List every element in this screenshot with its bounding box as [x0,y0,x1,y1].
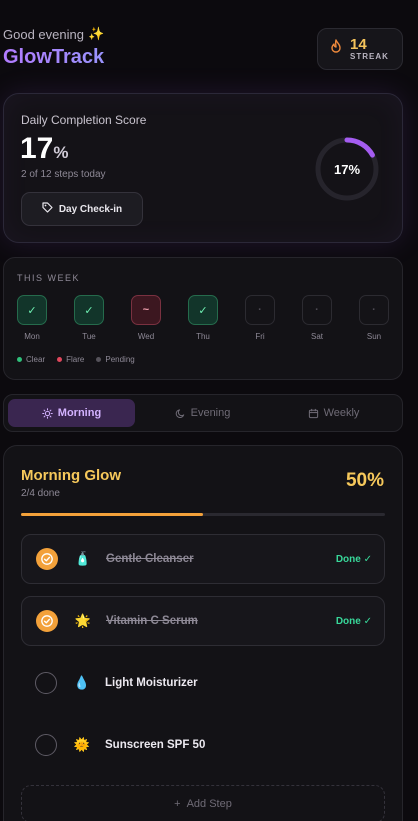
checked-circle-icon[interactable] [36,610,58,632]
greeting-text: Good evening [3,26,84,42]
day-wed[interactable]: ~ Wed [131,295,161,341]
day-status-clear: ✓ [188,295,218,325]
routine-progress-fill [21,513,203,516]
step-emoji-icon: 🌞 [73,737,91,752]
day-status-pending: · [359,295,389,325]
tag-icon [42,202,53,216]
checked-circle-icon[interactable] [36,548,58,570]
day-status-pending: · [302,295,332,325]
day-name: Sun [366,332,382,341]
tab-evening[interactable]: Evening [139,399,266,427]
add-step-button[interactable]: + Add Step [21,785,385,821]
day-status-clear: ✓ [74,295,104,325]
day-thu[interactable]: ✓ Thu [188,295,218,341]
daily-score-card: Daily Completion Score 17% 2 of 12 steps… [3,93,403,243]
legend-dot [96,357,102,362]
routine-title: Morning Glow [21,467,121,484]
routine-tabs: Morning Evening Weekly [3,394,403,432]
app-header: Good evening ✨ GlowTrack 14 STREAK [3,26,403,76]
sun-icon [42,407,53,419]
step-done-badge: Done ✓ [335,553,372,565]
unchecked-circle-icon[interactable] [35,734,57,756]
legend-item-clear: Clear [17,355,45,364]
plus-icon: + [174,798,181,810]
legend-label: Flare [66,355,85,364]
routine-percent: 50% [345,470,384,491]
day-status-clear: ✓ [17,295,47,325]
day-checkin-label: Day Check-in [58,203,123,215]
score-value: 17% [20,132,69,165]
streak-count: 14 [350,36,367,53]
routine-step[interactable]: 💧 Light Moisturizer [21,658,385,708]
tab-morning[interactable]: Morning [8,399,135,427]
flame-icon [330,39,342,59]
legend-item-pending: Pending [96,355,135,364]
streak-label: STREAK [350,52,389,61]
step-label: Gentle Cleanser [106,553,194,565]
add-step-label: Add Step [186,798,232,810]
routine-card: Morning Glow 2/4 done 50% + Add Step 🧴 Ge… [3,445,403,821]
day-mon[interactable]: ✓ Mon [17,295,47,341]
tab-label: Morning [57,407,102,419]
day-sat[interactable]: · Sat [302,295,332,341]
day-name: Tue [82,332,96,341]
step-done-badge: Done ✓ [335,615,372,627]
routine-step[interactable]: 🌟 Vitamin C Serum Done ✓ [21,596,385,646]
legend-dot [17,357,22,362]
calendar-icon [308,408,319,419]
step-label: Light Moisturizer [105,677,198,689]
routine-subtitle: 2/4 done [21,488,60,499]
day-status-flare: ~ [131,295,161,325]
day-name: Mon [24,332,40,341]
day-status-pending: · [245,295,275,325]
routine-progress-bar [21,513,385,516]
legend-dot [57,357,63,362]
day-name: Thu [196,332,210,341]
week-title: THIS WEEK [17,273,81,283]
step-label: Vitamin C Serum [106,615,198,627]
step-emoji-icon: 🧴 [74,551,92,566]
routine-step[interactable]: 🌞 Sunscreen SPF 50 [21,720,385,770]
unchecked-circle-icon[interactable] [35,672,57,694]
day-name: Sat [310,332,323,341]
day-checkin-button[interactable]: Day Check-in [21,192,143,226]
moon-icon [175,408,186,419]
week-days: ✓ Mon ✓ Tue ~ Wed ✓ Thu · Fri · Sat · Sun [17,295,390,345]
day-sun[interactable]: · Sun [359,295,389,341]
score-title: Daily Completion Score [21,113,147,127]
score-subtitle: 2 of 12 steps today [21,169,106,180]
day-name: Fri [255,332,265,341]
step-emoji-icon: 💧 [73,675,91,690]
tab-weekly[interactable]: Weekly [270,399,397,427]
week-card: THIS WEEK ✓ Mon ✓ Tue ~ Wed ✓ Thu · Fri · Sat · Sun C… [3,257,403,380]
day-fri[interactable]: · Fri [245,295,275,341]
step-emoji-icon: 🌟 [74,613,92,628]
tab-label: Evening [190,407,231,419]
tab-label: Weekly [323,407,360,419]
streak-badge[interactable]: 14 STREAK [317,28,403,70]
legend-item-flare: Flare [57,355,84,364]
step-label: Sunscreen SPF 50 [105,739,206,751]
day-name: Wed [137,332,155,341]
week-legend: Clear Flare Pending [17,355,135,364]
routine-step[interactable]: 🧴 Gentle Cleanser Done ✓ [21,534,385,584]
legend-label: Pending [105,355,135,364]
legend-label: Clear [26,355,46,364]
ring-percent-label: 17% [333,161,361,177]
sparkles-icon: ✨ [87,26,105,41]
day-tue[interactable]: ✓ Tue [74,295,104,341]
